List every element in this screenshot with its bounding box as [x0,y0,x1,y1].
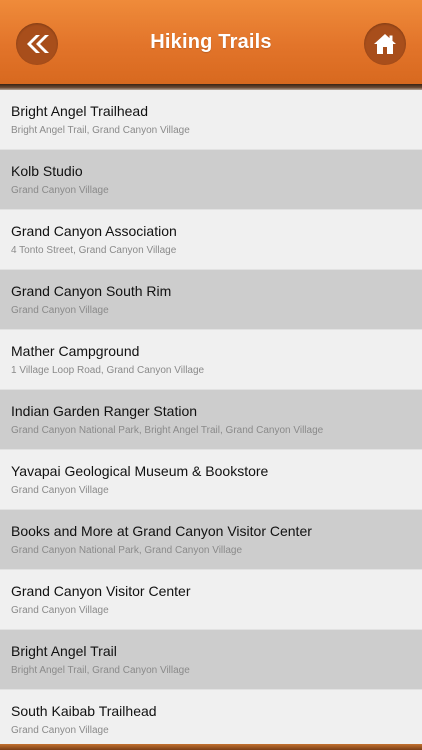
list-item[interactable]: Books and More at Grand Canyon Visitor C… [0,510,422,570]
app-screen: Hiking Trails Bright Angel Trailhead Bri… [0,0,422,750]
home-icon [373,33,397,55]
trail-address: Grand Canyon Village [11,485,109,496]
list-item[interactable]: Bright Angel Trailhead Bright Angel Trai… [0,90,422,150]
trail-name: Books and More at Grand Canyon Visitor C… [11,523,312,539]
trail-name: Kolb Studio [11,163,83,179]
list-item[interactable]: Grand Canyon South Rim Grand Canyon Vill… [0,270,422,330]
list-item[interactable]: Mather Campground 1 Village Loop Road, G… [0,330,422,390]
list-item[interactable]: Yavapai Geological Museum & Bookstore Gr… [0,450,422,510]
trail-address: Bright Angel Trail, Grand Canyon Village [11,665,190,676]
trail-address: Grand Canyon Village [11,305,109,316]
trail-name: South Kaibab Trailhead [11,703,157,719]
bottom-bar [0,744,422,750]
list-item[interactable]: Grand Canyon Association 4 Tonto Street,… [0,210,422,270]
home-button[interactable] [364,23,406,65]
page-title: Hiking Trails [150,31,272,53]
list-item[interactable]: South Kaibab Trailhead Grand Canyon Vill… [0,690,422,750]
trail-name: Bright Angel Trail [11,643,117,659]
trail-name: Grand Canyon Visitor Center [11,583,191,599]
trail-address: 1 Village Loop Road, Grand Canyon Villag… [11,365,205,376]
trail-address: Grand Canyon Village [11,185,109,196]
trail-name: Grand Canyon South Rim [11,283,172,299]
list-item[interactable]: Grand Canyon Visitor Center Grand Canyon… [0,570,422,630]
list-item[interactable]: Kolb Studio Grand Canyon Village [0,150,422,210]
trail-address: 4 Tonto Street, Grand Canyon Village [11,245,177,256]
trail-address: Bright Angel Trail, Grand Canyon Village [11,125,190,136]
trail-name: Grand Canyon Association [11,223,177,239]
trail-address: Grand Canyon Village [11,605,109,616]
trail-address: Grand Canyon National Park, Bright Angel… [11,425,324,436]
trail-name: Mather Campground [11,343,140,359]
trail-name: Bright Angel Trailhead [11,103,148,119]
list-item[interactable]: Indian Garden Ranger Station Grand Canyo… [0,390,422,450]
trail-list: Bright Angel Trailhead Bright Angel Trai… [0,90,422,750]
trail-address: Grand Canyon Village [11,725,109,736]
nav-header: Hiking Trails [0,0,422,84]
trail-name: Indian Garden Ranger Station [11,403,198,419]
trail-address: Grand Canyon National Park, Grand Canyon… [11,545,243,556]
list-item[interactable]: Bright Angel Trail Bright Angel Trail, G… [0,630,422,690]
trail-name: Yavapai Geological Museum & Bookstore [11,463,269,479]
